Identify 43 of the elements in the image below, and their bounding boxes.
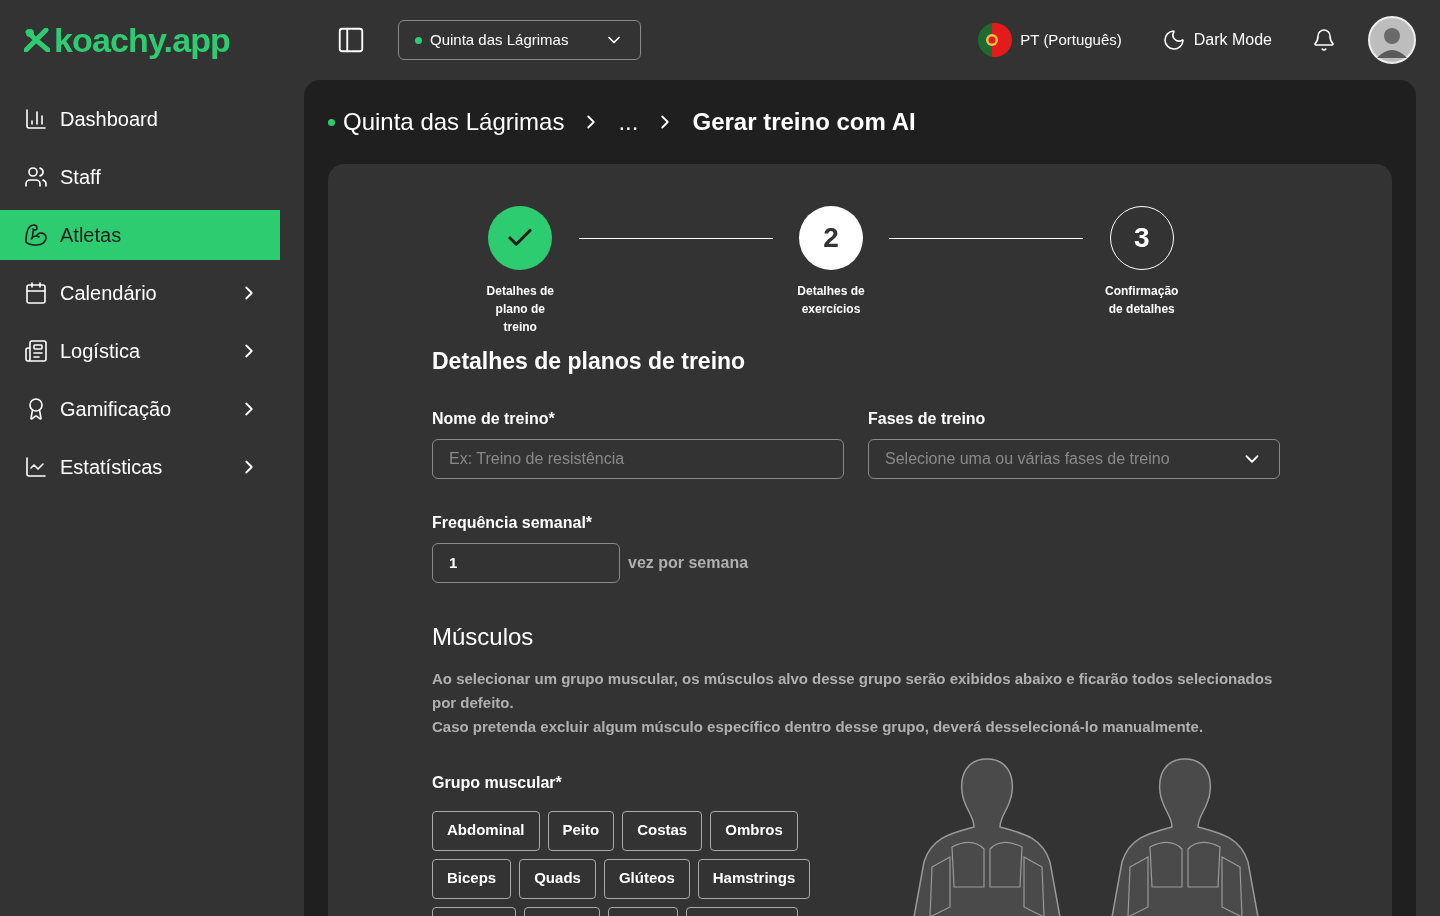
step-label: Detalhes de exercícios bbox=[796, 283, 866, 318]
muscle-group-button[interactable]: Glúteos bbox=[603, 858, 690, 899]
breadcrumb-item[interactable]: ... bbox=[618, 104, 639, 140]
muscle-group-button[interactable]: Hamstrings bbox=[697, 858, 811, 899]
field-label: Fases de treino bbox=[868, 408, 987, 429]
muscle-group-button[interactable]: Ombros bbox=[710, 810, 798, 851]
sidebar-item[interactable]: Dashboard bbox=[0, 94, 280, 144]
frequency-suffix: vez por semana bbox=[628, 552, 749, 573]
sidebar-item[interactable]: Gamificação bbox=[0, 384, 280, 434]
field-label: Grupo muscular* bbox=[432, 773, 562, 791]
description-text: Caso pretenda excluir algum músculo específico dentro desse grupo, deverá desselecioná-lo manualmente. bbox=[432, 716, 1205, 737]
muscle-group-button[interactable]: Costas bbox=[622, 810, 703, 851]
description-text: Ao selecionar um grupo muscular, os músculos alvo desse grupo serão exibidos abaixo e ficarão todos selecionados por defeito. bbox=[432, 668, 1274, 713]
name-input[interactable]: Ex: Treino de resistência bbox=[432, 438, 844, 479]
sidebar-item[interactable]: Staff bbox=[0, 152, 280, 202]
breadcrumb-item: Gerar treino com AI bbox=[692, 107, 916, 137]
step-label: Confirmação de detalhes bbox=[1104, 283, 1180, 318]
muscle-group-button[interactable]: Peito bbox=[547, 810, 615, 851]
flag-icon bbox=[978, 23, 1013, 57]
field-label: Frequência semanal* bbox=[432, 512, 594, 533]
section-title: Músculos bbox=[432, 621, 535, 652]
sidebar-toggle-icon[interactable] bbox=[336, 25, 366, 55]
sidebar-item[interactable]: Logística bbox=[0, 326, 280, 376]
muscle-group-button[interactable]: Quads bbox=[519, 858, 596, 899]
dark-mode-toggle[interactable]: Dark Mode bbox=[1161, 28, 1272, 52]
phases-select[interactable]: Selecione uma ou várias fases de treino bbox=[868, 438, 1280, 479]
muscle-group-button[interactable]: Biceps bbox=[432, 858, 512, 899]
language-selector[interactable]: PT (Português) bbox=[978, 23, 1122, 57]
section-title: Detalhes de planos de treino bbox=[432, 347, 747, 376]
moon-icon bbox=[1161, 28, 1186, 52]
muscle-group-button[interactable]: Abdominal bbox=[432, 810, 540, 851]
logo-icon bbox=[24, 28, 50, 52]
sidebar-item[interactable]: Estatísticas bbox=[0, 442, 280, 492]
field-label: Nome de treino* bbox=[432, 408, 556, 429]
logo-text: koachy.app bbox=[54, 23, 231, 57]
club-selector[interactable]: Quinta das Lágrimas bbox=[398, 20, 641, 60]
sidebar-item[interactable]: Atletas bbox=[0, 210, 280, 260]
step-label: Detalhes de plano de treino bbox=[485, 283, 555, 336]
notification-icon[interactable] bbox=[1312, 28, 1336, 52]
frequency-input[interactable]: 1 bbox=[432, 542, 620, 583]
sidebar-item[interactable]: Calendário bbox=[0, 268, 280, 318]
breadcrumb-item[interactable]: Quinta das Lágrimas bbox=[343, 104, 565, 140]
avatar[interactable] bbox=[1368, 16, 1416, 64]
